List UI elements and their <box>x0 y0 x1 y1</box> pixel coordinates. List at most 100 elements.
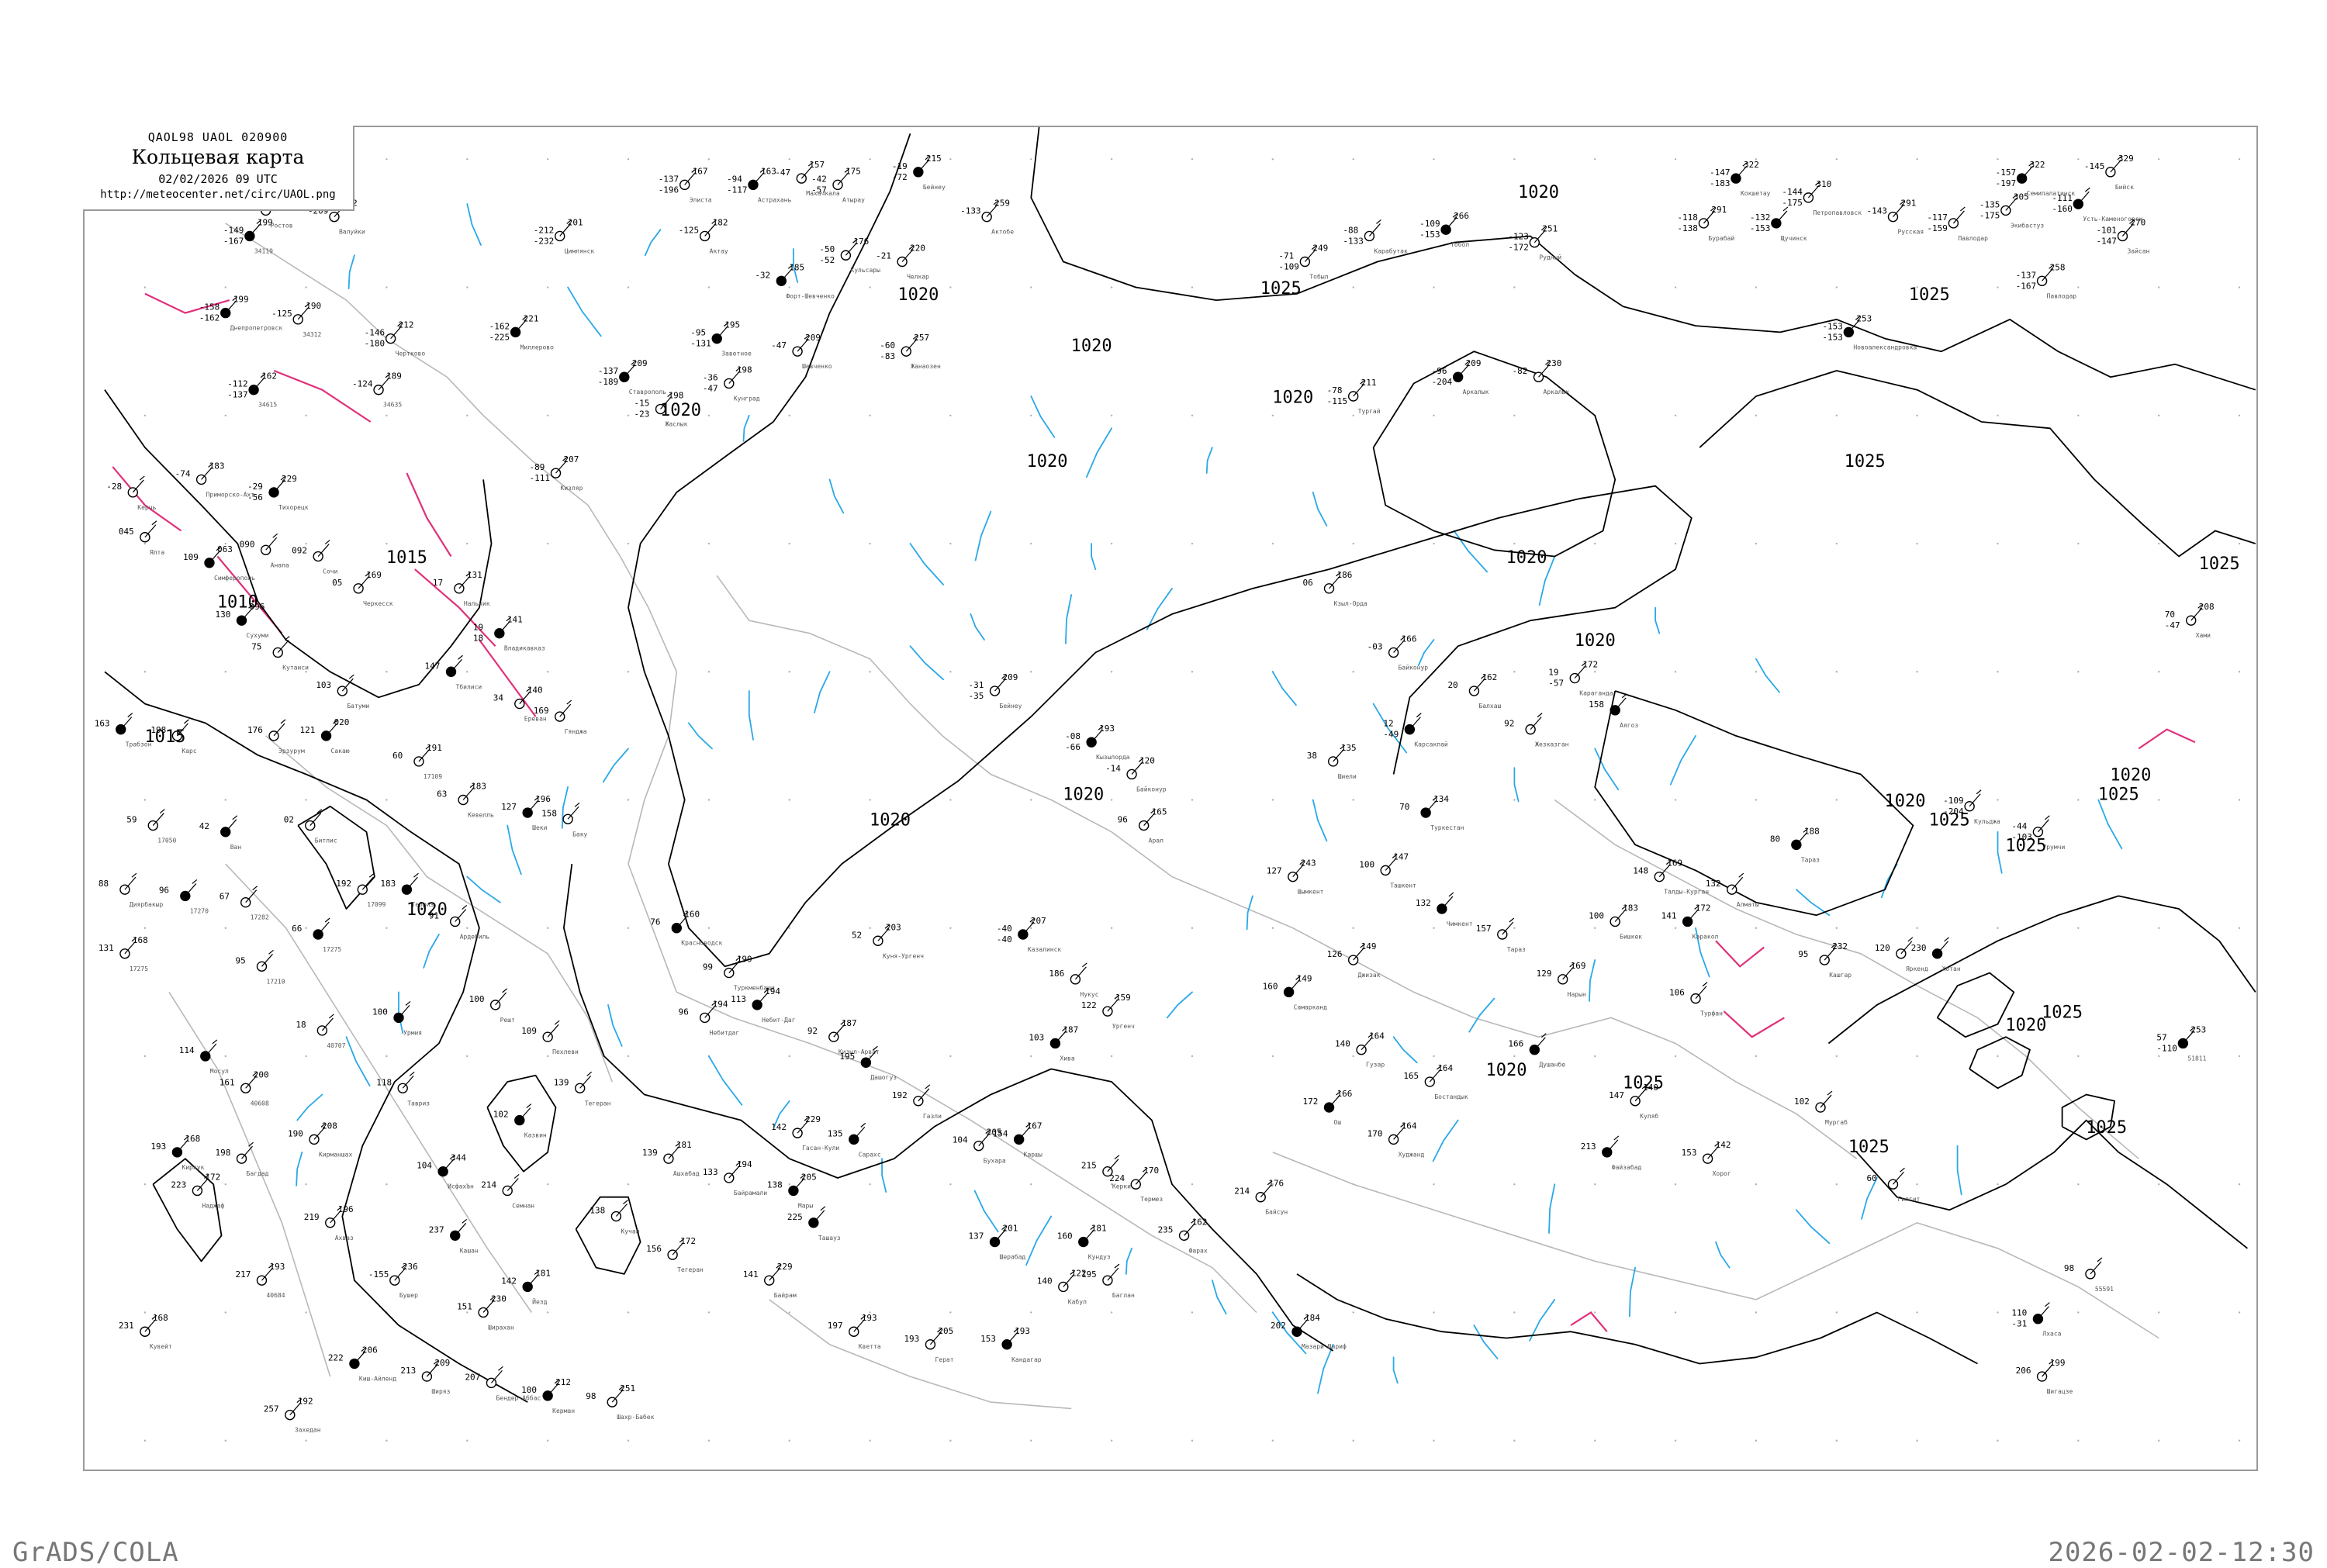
station-plot[interactable]: 132 Алматы <box>1706 872 1759 908</box>
station-plot[interactable]: 106 Турфан <box>1669 982 1723 1017</box>
station-plot[interactable]: 172 166 Ош <box>1303 1089 1353 1126</box>
station-plot[interactable]: -74183Приморско-Ахт. <box>175 461 258 498</box>
station-plot[interactable]: 100 147 Ташкент <box>1359 851 1416 889</box>
station-plot[interactable]: 257 192 Захедан <box>264 1397 321 1434</box>
station-plot[interactable]: 131 168 17275 <box>99 935 148 972</box>
station-plot[interactable]: -95 195 -131 Заветное <box>690 320 752 357</box>
station-plot[interactable]: 52 203 Куня-Ургенч <box>852 922 924 959</box>
station-plot[interactable]: 142 181 Йезд <box>501 1268 551 1305</box>
station-plot[interactable]: 96 17270 <box>159 879 209 914</box>
station-plot[interactable]: 96 165 Арал <box>1118 807 1167 844</box>
station-plot[interactable]: -137 167 -196 Элиста <box>659 166 712 203</box>
station-plot[interactable]: 138 205 Мары <box>767 1172 817 1209</box>
station-plot[interactable]: 126 149 Джизак <box>1327 941 1381 979</box>
station-plot[interactable]: 151 230 Ширахан <box>457 1293 514 1331</box>
station-plot[interactable]: 217 193 40684 <box>235 1262 285 1299</box>
station-plot[interactable]: -155 236 Бушер <box>368 1262 418 1299</box>
station-plot[interactable]: 139 181 Ашхабад <box>642 1140 700 1177</box>
station-plot[interactable]: 223 172 Наджаф <box>171 1172 224 1209</box>
station-plot[interactable]: 225 Ташауз <box>787 1206 841 1242</box>
station-plot[interactable]: 88 Диярбакыр <box>99 872 164 908</box>
station-plot[interactable]: 17 131 Нальчик <box>433 570 490 607</box>
station-plot[interactable]: 141 172 Каракол <box>1661 903 1719 940</box>
station-plot[interactable]: 92187Кизыл-Арват <box>807 1018 880 1055</box>
station-plot[interactable]: 135 Сарахс <box>828 1122 881 1158</box>
station-plot[interactable]: -47 209 Шевченко <box>771 333 832 370</box>
station-plot[interactable]: 18 40707 <box>296 1014 346 1049</box>
station-plot[interactable]: 235 162 Фарах <box>1158 1217 1208 1254</box>
station-plot[interactable]: 213 209 Ширяз <box>400 1358 450 1395</box>
station-plot[interactable]: 02 Битлис <box>284 809 337 844</box>
station-plot[interactable]: 92 Жезказган <box>1504 713 1569 748</box>
station-plot[interactable]: 113 194 Небит-Даг <box>731 986 795 1024</box>
station-plot[interactable]: 103 187 Хива <box>1029 1024 1078 1062</box>
station-plot[interactable]: -137 209 -189 Ставрополь <box>598 358 666 395</box>
station-plot[interactable]: 214 Семнан <box>481 1174 534 1209</box>
station-plot[interactable]: -88-133 Карабутак <box>1343 219 1408 254</box>
station-plot[interactable]: -21 220 Челкар <box>876 243 929 281</box>
station-plot[interactable]: -32 185 Форт-Шевченко <box>755 262 835 299</box>
station-plot[interactable]: -40 207 -40 Казалинск <box>997 916 1062 953</box>
station-plot[interactable]: 160 181 Кундуз <box>1057 1224 1111 1261</box>
station-plot[interactable]: 67 17282 <box>220 886 269 921</box>
station-plot[interactable]: -144 310 -175 Петропавловск <box>1782 179 1862 216</box>
station-plot[interactable]: -36 198 -47 Кунград <box>703 364 760 402</box>
station-plot[interactable]: -143 291 Русская <box>1866 199 1924 236</box>
station-plot[interactable]: 153 142 Хорог <box>1682 1140 1731 1177</box>
station-plot[interactable]: 99199Туркменбаши <box>703 955 775 992</box>
station-plot[interactable]: 138 Кучан <box>590 1200 640 1235</box>
station-plot[interactable]: 59 17050 <box>126 809 177 844</box>
station-plot[interactable]: 34 140 Ереван <box>493 686 547 723</box>
station-plot[interactable]: -147 322 -183 Кокшетау <box>1710 160 1771 197</box>
station-plot[interactable]: 139 Тегеран <box>554 1071 611 1107</box>
station-plot[interactable]: 102 Казвин <box>493 1103 547 1139</box>
station-plot[interactable]: -50 176 -52 Кульсары <box>819 237 880 274</box>
station-plot[interactable]: 219 196 Ахваз <box>304 1204 354 1242</box>
station-plot[interactable]: 80 188 Тараз <box>1770 826 1820 863</box>
station-plot[interactable]: -29 229 -56 Тихорецк <box>247 474 309 511</box>
station-plot[interactable]: 100 Решт <box>469 988 515 1024</box>
station-plot[interactable]: 206 199 Шигацзе <box>2016 1358 2073 1395</box>
station-plot[interactable]: -133 259 Актобе <box>960 199 1014 236</box>
station-plot[interactable]: 38 135 Шиели <box>1307 743 1357 780</box>
station-plot[interactable]: -132-153 Щучинск <box>1750 206 1807 242</box>
station-plot[interactable]: 197 193 Кветта <box>828 1313 881 1350</box>
station-plot[interactable]: -123 251 -172 Рудный <box>1508 224 1561 261</box>
station-plot[interactable]: 214 176 Байсун <box>1234 1179 1288 1216</box>
station-plot[interactable]: 127 243 Шымкент <box>1267 858 1324 896</box>
station-plot[interactable]: 045 Ялта <box>119 520 164 556</box>
station-plot[interactable]: 76 160 Красноводск <box>650 910 722 947</box>
station-plot[interactable]: 109 Пехлеви <box>521 1020 579 1055</box>
station-plot[interactable]: 102 Мургаб <box>1794 1090 1848 1126</box>
station-plot[interactable]: 70 134 Туркестан <box>1399 794 1464 831</box>
station-plot[interactable]: -145 329 Бийск <box>2084 154 2134 191</box>
station-plot[interactable]: -28 Керчь <box>106 475 157 511</box>
station-plot[interactable]: 20 162 Балхаш <box>1447 672 1501 710</box>
station-plot[interactable]: -149199-16734119 <box>223 217 273 254</box>
station-plot[interactable]: 202 184 Мазари-Шариф <box>1271 1313 1347 1350</box>
station-plot[interactable]: 95 17210 <box>235 949 285 985</box>
station-plot[interactable]: -14 120 Байконур <box>1105 755 1167 793</box>
station-plot[interactable]: 147 Тбилиси <box>425 654 482 690</box>
station-plot[interactable]: 122 159 Ургенч <box>1081 993 1135 1030</box>
station-plot[interactable]: 215 Керки <box>1081 1155 1131 1190</box>
station-plot[interactable]: 132 Чимкент <box>1416 892 1473 927</box>
station-plot[interactable]: 140122Кабул <box>1037 1268 1087 1305</box>
station-plot[interactable]: -157322-197Семипалатинск <box>1996 160 2076 197</box>
station-plot[interactable]: 163Трабзон <box>95 713 152 748</box>
station-plot[interactable]: 165 164 Бостандык <box>1403 1063 1468 1100</box>
station-plot[interactable]: -96 209 -204 Аркалык <box>1432 358 1489 395</box>
station-plot[interactable]: -125 182 Актау <box>679 217 728 254</box>
station-plot[interactable]: -82 230 Аркалык <box>1513 358 1570 395</box>
station-plot[interactable]: 114 Мосул <box>179 1039 229 1075</box>
station-plot[interactable]: 137 201 Шерабад <box>969 1224 1026 1261</box>
station-plot[interactable]: 176 Эрзурум <box>247 719 305 755</box>
station-plot[interactable]: 75 Кутаиси <box>251 636 309 671</box>
station-plot[interactable]: 153 193 Кандагар <box>980 1326 1042 1363</box>
station-plot[interactable]: 193 205 Герат <box>904 1326 953 1363</box>
station-plot[interactable]: -109 266 -153 Тобол <box>1419 211 1469 248</box>
station-plot[interactable]: 98 251 Шахр-Бабек <box>586 1383 654 1421</box>
station-plot[interactable]: 198 Багдад <box>216 1141 269 1177</box>
station-plot[interactable]: -71 249 -109 Тобыл <box>1278 243 1328 281</box>
station-plot[interactable]: 156 172 Тегеран <box>646 1236 704 1273</box>
